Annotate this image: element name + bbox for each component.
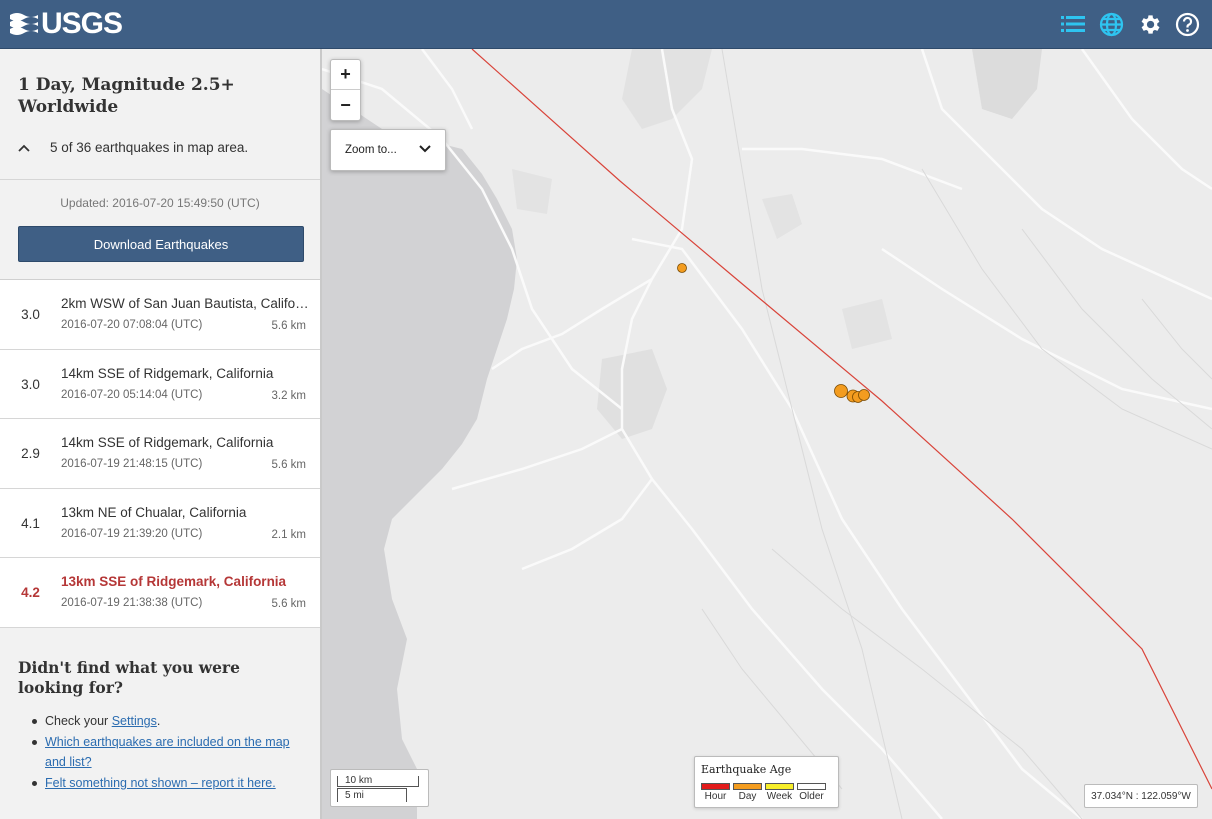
quake-place: 14km SSE of Ridgemark, California [61,365,274,381]
quake-depth: 3.2 km [271,389,306,402]
list-item[interactable]: 3.0 2km WSW of San Juan Bautista, Califo… [0,280,320,350]
legend-swatch [701,783,730,790]
quake-time: 2016-07-20 07:08:04 (UTC) [61,319,203,331]
earthquake-age-legend: Earthquake Age Hour Day Week Older [694,756,839,808]
divider [0,179,320,180]
coordinate-readout: 37.034°N : 122.059°W [1084,784,1198,808]
logo-text: USGS [41,7,123,40]
quake-time: 2016-07-19 21:38:38 (UTC) [61,597,203,609]
list-item[interactable]: 3.0 14km SSE of Ridgemark, California 20… [0,350,320,419]
zoom-to-label: Zoom to... [345,144,397,156]
list-icon[interactable] [1060,11,1086,37]
earthquake-marker[interactable] [677,263,687,273]
list-item-selected[interactable]: 4.2 13km SSE of Ridgemark, California 20… [0,558,320,628]
quake-place: 2km WSW of San Juan Bautista, California [61,296,309,311]
zoom-out-button[interactable]: − [331,90,360,120]
earthquake-marker[interactable] [858,389,870,401]
quake-depth: 5.6 km [271,459,306,471]
quake-place: 13km NE of Chualar, California [61,504,247,520]
legend-item-older: Older [797,783,826,802]
usgs-logo[interactable]: USGS [10,7,123,40]
quake-depth: 2.1 km [271,528,306,541]
earthquake-marker[interactable] [834,384,848,398]
quake-depth: 5.6 km [271,320,306,332]
legend-label: Week [766,791,793,802]
gear-icon[interactable] [1136,11,1162,37]
help-icon[interactable] [1174,11,1200,37]
quake-magnitude: 3.0 [21,376,40,392]
legend-label: Day [738,791,757,802]
updated-time: Updated: 2016-07-20 15:49:50 (UTC) [60,196,260,210]
report-felt-link[interactable]: Felt something not shown – report it her… [45,776,276,790]
top-bar: USGS [0,0,1212,49]
legend-label: Older [799,791,824,802]
quake-time: 2016-07-19 21:39:20 (UTC) [61,527,203,540]
zoom-to-select[interactable]: Zoom to... [330,129,446,171]
feed-title: 1 Day, Magnitude 2.5+ Worldwide [18,75,235,117]
scale-km: 10 km [337,776,419,787]
zoom-in-button[interactable]: + [331,60,360,90]
scale-mi: 5 mi [337,788,407,802]
quake-place: 14km SSE of Ridgemark, California [61,435,274,450]
quake-time: 2016-07-19 21:48:15 (UTC) [61,458,203,470]
legend-title: Earthquake Age [701,763,792,776]
help-list: Check your Settings. Which earthquakes a… [30,711,310,793]
help-heading: Didn't find what you were looking for? [18,658,240,697]
quake-magnitude: 3.0 [21,307,40,322]
chevron-up-icon [18,144,32,152]
map[interactable]: + − Zoom to... 10 km 5 mi Earthquake Age… [322,49,1212,819]
legend-item-week: Week [765,783,794,802]
legend-item-hour: Hour [701,783,730,802]
quake-magnitude: 4.2 [21,585,40,600]
scale-bar: 10 km 5 mi [330,769,429,807]
legend-swatch [733,783,762,790]
legend-swatch [797,783,826,790]
quake-time: 2016-07-20 05:14:04 (UTC) [61,388,203,401]
help-item-report: Felt something not shown – report it her… [30,773,310,794]
help-item-settings: Check your Settings. [30,711,310,732]
legend-swatch [765,783,794,790]
download-button[interactable]: Download Earthquakes [18,226,304,262]
legend-label: Hour [704,791,727,802]
usgs-wave-icon [10,13,38,35]
app-window: USGS 1 Day, Magnitude 2.5+ Worldwide 5 o… [0,0,1212,819]
earthquake-count: 5 of 36 earthquakes in map area. [50,140,249,155]
help-text-suffix: . [156,714,161,728]
chevron-down-icon [419,144,431,156]
list-item[interactable]: 4.1 13km NE of Chualar, California 2016-… [0,489,320,558]
zoom-control: + − [330,59,361,121]
list-toggle[interactable]: 5 of 36 earthquakes in map area. [18,140,248,155]
legend-item-day: Day [733,783,762,802]
list-item[interactable]: 2.9 14km SSE of Ridgemark, California 20… [0,419,320,489]
quake-magnitude: 2.9 [21,446,40,461]
help-item-included: Which earthquakes are included on the ma… [30,732,310,773]
earthquake-markers [677,263,870,403]
quake-place: 13km SSE of Ridgemark, California [61,574,287,589]
globe-icon[interactable] [1098,11,1124,37]
settings-link[interactable]: Settings [112,714,157,728]
included-earthquakes-link[interactable]: Which earthquakes are included on the ma… [45,735,290,770]
sidebar: 1 Day, Magnitude 2.5+ Worldwide 5 of 36 … [0,49,322,819]
quake-depth: 5.6 km [271,598,306,610]
quake-magnitude: 4.1 [21,515,40,531]
help-text: Check your [45,714,112,728]
earthquake-list: 3.0 2km WSW of San Juan Bautista, Califo… [0,279,320,628]
